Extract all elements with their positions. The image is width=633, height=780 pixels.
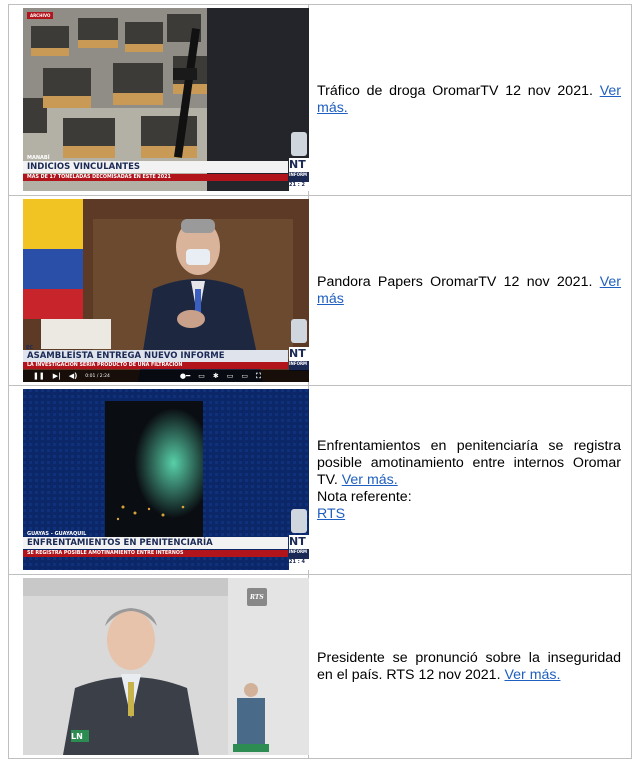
text-cell: Tráfico de droga OromarTV 12 nov 2021. V… (309, 5, 632, 195)
table-row: ARCHIVO MANABÍ INDICIOS VINCULANTES MÁS … (8, 4, 632, 196)
settings-gear-icon[interactable]: ✱ (213, 372, 219, 380)
next-icon[interactable]: ▶| (53, 372, 61, 380)
subline-banner: LA INVESTIGACIÓN SERÍA PRODUCTO DE UNA F… (23, 362, 288, 369)
reference-note: Nota referente: (317, 488, 412, 505)
headline-banner: ENFRENTAMIENTOS EN PENITENCIARÍA (23, 537, 288, 549)
text-cell: Pandora Papers OromarTV 12 nov 2021. Ver… (309, 196, 632, 385)
see-more-link[interactable]: Ver más. (342, 472, 398, 488)
image-cell: LN RTS (8, 575, 309, 758)
news-table: ARCHIVO MANABÍ INDICIOS VINCULANTES MÁS … (8, 4, 632, 759)
subline-banner: MÁS DE 17 TONELADAS DECOMISADAS EN ESTE … (23, 174, 288, 181)
table-row: EC ASAMBLEÍSTA ENTREGA NUEVO INFORME LA … (8, 196, 632, 386)
subtitles-icon[interactable]: ▭ (198, 372, 205, 380)
pause-icon[interactable]: ❚❚ (33, 372, 45, 380)
video-thumbnail-president[interactable]: LN RTS (23, 578, 309, 755)
president-speech-scene (23, 578, 309, 755)
fullscreen-icon[interactable]: ⛶ (256, 372, 261, 381)
player-time: 0:01 / 2:24 (85, 373, 110, 379)
player-controls: ❚❚ ▶| ◀) 0:01 / 2:24 ●━ ▭ ✱ ▭ ▭ ⛶ (23, 370, 309, 382)
channel-logo-sub: INFORM (289, 549, 309, 559)
sign-language-interpreter (291, 319, 307, 343)
caption: Pandora Papers OromarTV 12 nov 2021. (317, 273, 600, 290)
video-thumbnail-drug-trafficking[interactable]: ARCHIVO MANABÍ INDICIOS VINCULANTES MÁS … (23, 8, 309, 191)
text-cell: Presidente se pronunció sobre la insegur… (309, 575, 632, 758)
image-cell: GUAYAS - GUAYAQUIL ENFRENTAMIENTOS EN PE… (8, 386, 309, 574)
caption: Presidente se pronunció sobre la insegur… (317, 649, 621, 683)
headline-banner: INDICIOS VINCULANTES (23, 161, 288, 173)
reference-link-rts[interactable]: RTS (317, 506, 345, 522)
archive-tag: ARCHIVO (27, 12, 54, 19)
table-row: LN RTS Presidente se pronunció sobre la … (8, 575, 632, 759)
channel-logo: NT INFORM 21 : 2 (289, 158, 309, 191)
subline-banner: SE REGISTRA POSIBLE AMOTINAMIENTO ENTRE … (23, 550, 288, 557)
clock: 21 : 2 (289, 182, 305, 188)
channel-logo: NT INFORM 21 : 4 (289, 535, 309, 570)
image-cell: ARCHIVO MANABÍ INDICIOS VINCULANTES MÁS … (8, 5, 309, 195)
caption: Tráfico de droga OromarTV 12 nov 2021. (317, 83, 600, 99)
image-cell: EC ASAMBLEÍSTA ENTREGA NUEVO INFORME LA … (8, 196, 309, 385)
headline-banner: ASAMBLEÍSTA ENTREGA NUEVO INFORME (23, 350, 288, 362)
see-more-link[interactable]: Ver más. (504, 667, 560, 683)
channel-logo-sub: INFORM (289, 172, 309, 182)
text-cell: Enfrentamientos en penitenciaría se regi… (309, 386, 632, 574)
sign-language-interpreter (291, 132, 307, 156)
autoplay-toggle-icon[interactable]: ●━ (180, 372, 190, 380)
sign-language-interpreter (291, 509, 307, 533)
video-thumbnail-prison-clash[interactable]: GUAYAS - GUAYAQUIL ENFRENTAMIENTOS EN PE… (23, 389, 309, 570)
miniplayer-icon[interactable]: ▭ (227, 372, 234, 380)
clock: 21 : 4 (289, 559, 305, 565)
table-row: GUAYAS - GUAYAQUIL ENFRENTAMIENTOS EN PE… (8, 386, 632, 575)
channel-logo: RTS (250, 594, 264, 601)
channel-logo: NT INFORM (289, 347, 309, 371)
video-player-pandora-papers[interactable]: EC ASAMBLEÍSTA ENTREGA NUEVO INFORME LA … (23, 199, 309, 382)
theater-icon[interactable]: ▭ (241, 372, 248, 380)
volume-icon[interactable]: ◀) (69, 372, 78, 380)
podium-logo: LN (71, 732, 83, 741)
